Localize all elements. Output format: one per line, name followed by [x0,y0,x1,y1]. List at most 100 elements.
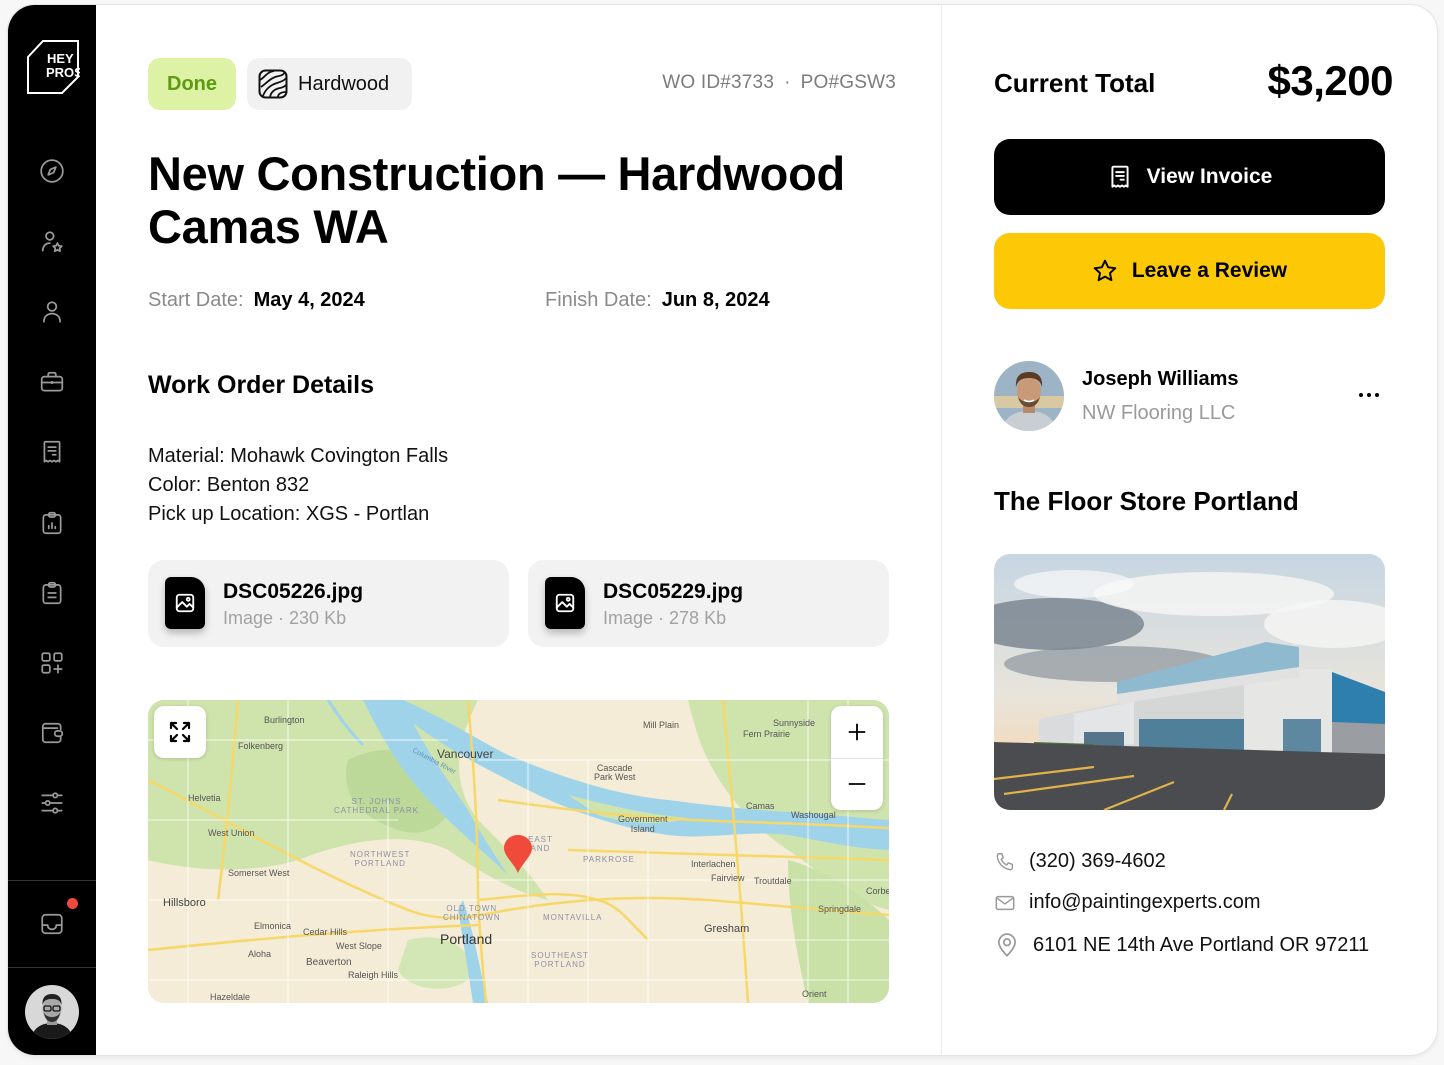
location-map[interactable]: Burlington Folkenberg Helvetia West Unio… [148,700,889,1003]
briefcase-icon [40,371,64,392]
clipboard-chart-icon [42,511,62,535]
file-name: DSC05229.jpg [603,580,744,603]
wallet-icon [41,722,64,744]
file-name: DSC05226.jpg [223,580,364,603]
sidebar-item-jobs[interactable] [38,368,66,396]
leave-review-button[interactable]: Leave a Review [994,233,1385,309]
map-label: Fairview [711,873,745,883]
map-label: Mill Plain [643,720,680,730]
store-address[interactable]: 6101 NE 14th Ave Portland OR 97211 [994,932,1369,958]
location-pin-icon[interactable] [503,834,533,874]
sidebar-divider [8,880,96,881]
map-label-line: PORTLAND [354,859,406,868]
sidebar-item-work-orders[interactable] [38,579,66,607]
map-label: MONTAVILLA [543,913,603,922]
map-label: Washougal [791,810,836,820]
receipt-icon [43,440,61,463]
zoom-out-button[interactable] [831,758,883,810]
user-star-icon [41,231,63,253]
sidebar-item-reports[interactable] [38,509,66,537]
zoom-in-button[interactable] [831,706,883,758]
map-label: Portland [440,931,493,947]
sidebar-item-invoices[interactable] [38,438,66,466]
map-label: Hillsboro [163,897,206,909]
store-email[interactable]: info@paintingexperts.com [994,891,1261,914]
map-label: NORTHWEST PORTLAND [350,850,410,868]
app-window: HEY PROS Done Hardwood WO ID#3733 · PO#G… [7,4,1438,1056]
wo-id: WO ID#3733 [662,72,775,93]
map-label: Folkenberg [238,741,284,751]
image-icon [555,593,575,613]
compass-icon [40,159,64,183]
email-address: info@paintingexperts.com [1029,891,1261,913]
map-label: West Union [208,828,255,838]
view-invoice-button[interactable]: View Invoice [994,139,1385,215]
map-label: Cedar Hills [303,927,348,937]
expand-map-button[interactable] [154,706,206,758]
title-line-2: Camas WA [148,200,389,253]
sidebar-item-favorite-pros[interactable] [38,228,66,256]
status-badge: Done [148,58,236,110]
star-icon [1093,259,1117,282]
phone-number: (320) 369-4602 [1029,850,1166,872]
details-list: Material: Mohawk Covington Falls Color: … [148,442,448,529]
sidebar-item-profile[interactable] [38,298,66,326]
finish-date-value: Jun 8, 2024 [661,289,770,311]
map-label-line: Government [618,814,668,824]
start-date: Start Date: May 4, 2024 [148,289,365,312]
work-order-main: Done Hardwood WO ID#3733 · PO#GSW3 New Con… [96,5,941,1055]
category-label: Hardwood [298,72,390,95]
map-label-line: ST. JOHNS [351,797,402,806]
sidebar-item-add-apps[interactable] [38,649,66,677]
attachment-card[interactable]: DSC05229.jpg Image · 278 Kb [528,560,889,647]
image-icon [175,593,195,613]
phone-icon [996,852,1014,870]
expand-icon [169,721,191,743]
street-address: 6101 NE 14th Ave Portland OR 97211 [1033,933,1370,956]
view-invoice-label: View Invoice [1146,165,1273,188]
attachment-card[interactable]: DSC05226.jpg Image · 230 Kb [148,560,509,647]
map-label: Sunnyside [773,718,816,728]
start-date-label: Start Date: [148,289,244,311]
dot [1359,393,1363,397]
map-label: Beaverton [306,957,352,968]
map-label: Hazeldale [210,992,251,1002]
sidebar-item-settings[interactable] [38,789,66,817]
more-options-button[interactable] [1351,385,1387,405]
map-label: Fern Prairie [743,729,791,739]
store-phone[interactable]: (320) 369-4602 [994,850,1166,873]
user-avatar[interactable] [25,985,79,1039]
receipt-icon [1111,165,1129,188]
map-label-line: CATHEDRAL PARK [334,806,419,815]
map-label-line: OLD TOWN [446,904,498,913]
contact-name: Joseph Williams [1082,368,1239,390]
title-line-1: New Construction — Hardwood [148,147,845,200]
details-heading: Work Order Details [148,371,375,399]
map-label-line: Park West [594,772,636,782]
sliders-icon [41,792,63,814]
map-label: West Slope [336,941,382,951]
id-separator: · [784,72,791,93]
map-label-line: SOUTHEAST [531,951,589,960]
map-label: SOUTHEAST PORTLAND [531,951,589,969]
map-label-line: Island [630,824,655,834]
map-label-line: NORTHWEST [350,850,411,859]
sidebar-item-wallet[interactable] [38,719,66,747]
map-label: Cascade Park West [594,764,635,782]
logo-text-pros: PROS [46,65,80,80]
minus-icon [848,783,866,785]
heypros-logo[interactable]: HEY PROS [26,39,83,95]
file-thumbnail [545,577,585,629]
contact-avatar[interactable] [994,361,1064,431]
map-label: Helvetia [188,793,221,803]
order-ids: WO ID#3733 · PO#GSW3 [662,72,896,94]
plus-icon [848,723,866,741]
sidebar-item-inbox[interactable] [38,910,66,938]
file-meta: Image · 230 Kb [223,608,347,628]
inbox-icon [41,913,63,935]
map-label: Corbe [866,886,889,896]
sidebar-item-explore[interactable] [38,157,66,185]
mail-icon [995,895,1015,910]
file-size: 230 Kb [289,608,347,628]
sidebar-divider [8,967,96,968]
